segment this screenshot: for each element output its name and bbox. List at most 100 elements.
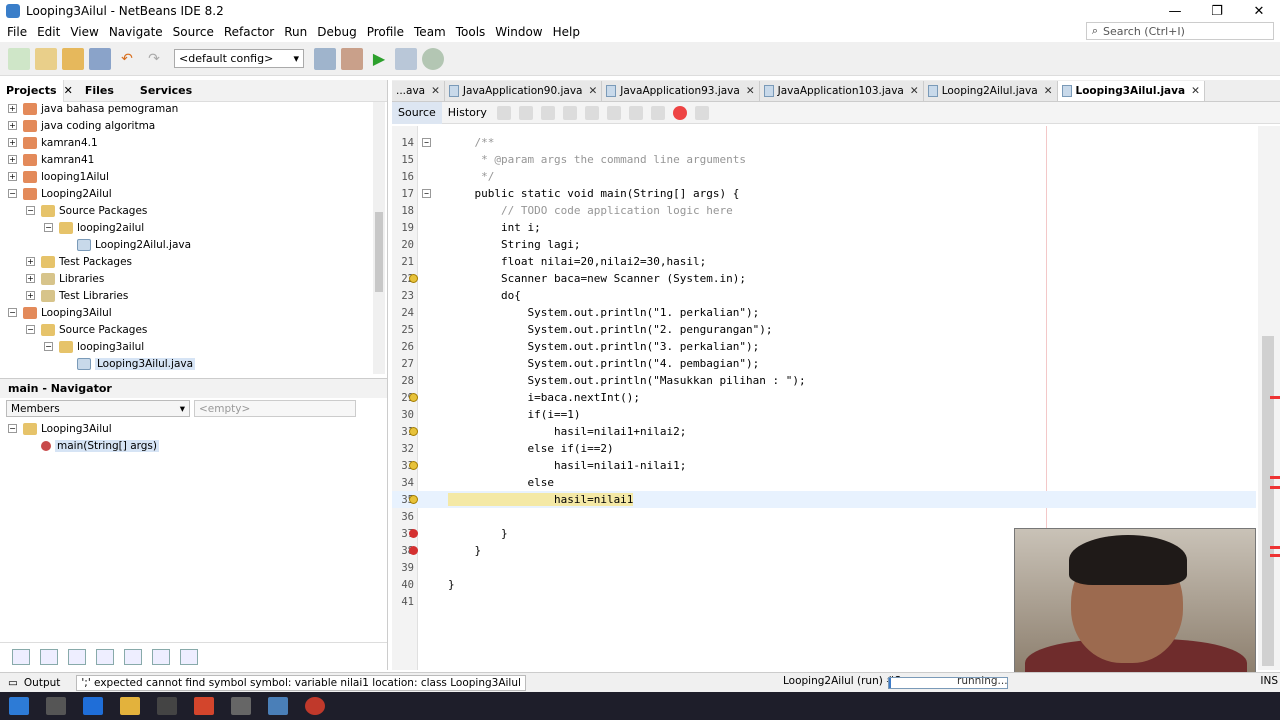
filter-inherited-icon[interactable] xyxy=(96,648,114,665)
editor-tab[interactable]: JavaApplication103.java ✕ xyxy=(759,81,924,101)
code-line[interactable]: 17 public static void main(String[] args… xyxy=(392,185,1256,202)
tree-item[interactable]: + kamran4.1 xyxy=(8,134,98,151)
editor-tab[interactable]: Looping2Ailul.java ✕ xyxy=(923,81,1058,101)
expander-icon[interactable]: + xyxy=(26,274,35,283)
run-icon[interactable]: ▶ xyxy=(368,48,390,70)
back-icon[interactable] xyxy=(496,105,511,120)
tab-files[interactable]: Files xyxy=(79,80,120,102)
menu-tools[interactable]: Tools xyxy=(451,25,491,39)
code-line[interactable]: 34 else xyxy=(392,474,1256,491)
maximize-button[interactable]: ❐ xyxy=(1196,0,1238,22)
expander-icon[interactable]: + xyxy=(26,257,35,266)
close-tab-icon[interactable]: ✕ xyxy=(910,85,919,97)
expander-icon[interactable]: + xyxy=(26,291,35,300)
search-input[interactable]: Search (Ctrl+I) xyxy=(1103,25,1185,38)
close-projects-icon[interactable]: ✕ xyxy=(64,80,79,102)
code-line[interactable]: 15 * @param args the command line argume… xyxy=(392,151,1256,168)
editor-tab[interactable]: JavaApplication93.java ✕ xyxy=(602,81,760,101)
code-line[interactable]: 19 int i; xyxy=(392,219,1256,236)
expander-icon[interactable]: − xyxy=(8,308,17,317)
editor-tab[interactable]: Looping3Ailul.java ✕ xyxy=(1057,81,1205,101)
tree-item[interactable]: Looping2Ailul.java xyxy=(62,236,191,253)
menu-profile[interactable]: Profile xyxy=(362,25,409,39)
clean-build-icon[interactable] xyxy=(341,47,363,70)
tree-scrollbar[interactable] xyxy=(373,102,385,374)
menu-navigate[interactable]: Navigate xyxy=(104,25,168,39)
tab-services[interactable]: Services xyxy=(134,80,198,102)
expander-icon[interactable]: + xyxy=(8,172,17,181)
code-line[interactable]: 29 i=baca.nextInt(); xyxy=(392,389,1256,406)
menu-window[interactable]: Window xyxy=(490,25,547,39)
code-line[interactable]: 31 hasil=nilai1+nilai2; xyxy=(392,423,1256,440)
tab-projects[interactable]: Projects xyxy=(0,79,64,102)
code-line[interactable]: 20 String lagi; xyxy=(392,236,1256,253)
stop-macro-icon[interactable] xyxy=(694,105,709,120)
find-icon[interactable] xyxy=(540,105,555,120)
filter-fields-icon[interactable] xyxy=(12,648,30,665)
navigator-item[interactable]: − Looping3Ailul xyxy=(8,420,112,437)
tree-item[interactable]: − looping3ailul xyxy=(44,338,144,355)
tree-item[interactable]: − Looping3Ailul xyxy=(8,304,112,321)
code-line[interactable]: 18 // TODO code application logic here xyxy=(392,202,1256,219)
expander-icon[interactable]: − xyxy=(44,223,53,232)
close-tab-icon[interactable]: ✕ xyxy=(431,85,440,97)
menu-source[interactable]: Source xyxy=(168,25,219,39)
edge-icon[interactable] xyxy=(83,697,103,715)
error-icon[interactable] xyxy=(409,529,418,538)
tree-item[interactable]: − Looping2Ailul xyxy=(8,185,112,202)
tree-item[interactable]: − looping2ailul xyxy=(44,219,144,236)
menu-view[interactable]: View xyxy=(65,25,103,39)
tree-item[interactable]: + Test Packages xyxy=(26,253,132,270)
minimize-button[interactable]: — xyxy=(1154,0,1196,22)
close-tab-icon[interactable]: ✕ xyxy=(588,85,597,97)
menu-help[interactable]: Help xyxy=(548,25,585,39)
expander-icon[interactable]: + xyxy=(8,121,17,130)
netbeans-taskbar-icon[interactable] xyxy=(268,697,288,715)
expander-icon[interactable]: − xyxy=(44,342,53,351)
sort-source-icon[interactable] xyxy=(180,648,198,665)
tree-item[interactable]: − Source Packages xyxy=(26,202,147,219)
fold-icon[interactable]: − xyxy=(422,189,431,198)
redo-icon[interactable]: ↷ xyxy=(143,48,165,70)
code-line[interactable]: 14 /** xyxy=(392,134,1256,151)
code-line[interactable]: 22 Scanner baca=new Scanner (System.in); xyxy=(392,270,1256,287)
expander-icon[interactable]: − xyxy=(8,189,17,198)
menu-debug[interactable]: Debug xyxy=(312,25,361,39)
menu-edit[interactable]: Edit xyxy=(32,25,65,39)
close-tab-icon[interactable]: ✕ xyxy=(1191,85,1200,97)
build-icon[interactable] xyxy=(314,47,336,70)
tree-item[interactable]: + java coding algoritma xyxy=(8,117,155,134)
expander-icon[interactable]: − xyxy=(26,206,35,215)
config-select[interactable]: <default config> ▾ xyxy=(174,49,304,68)
open-project-icon[interactable] xyxy=(62,47,84,70)
office-icon[interactable] xyxy=(194,697,214,715)
code-line[interactable]: 32 else if(i==2) xyxy=(392,440,1256,457)
members-select[interactable]: Members ▾ xyxy=(6,400,190,417)
expander-icon[interactable]: − xyxy=(8,424,17,433)
output-tab[interactable]: ▭ Output xyxy=(0,677,68,689)
recorder-icon[interactable] xyxy=(305,697,325,715)
tree-item[interactable]: + looping1Ailul xyxy=(8,168,109,185)
find-prev-icon[interactable] xyxy=(562,105,577,120)
code-line[interactable]: 24 System.out.println("1. perkalian"); xyxy=(392,304,1256,321)
expander-icon[interactable]: + xyxy=(8,104,17,113)
code-line[interactable]: 33 hasil=nilai1-nilai1; xyxy=(392,457,1256,474)
editor-tab[interactable]: JavaApplication90.java ✕ xyxy=(444,81,603,101)
tree-item[interactable]: − Source Packages xyxy=(26,321,147,338)
code-line[interactable]: 27 System.out.println("4. pembagian"); xyxy=(392,355,1256,372)
tree-item[interactable]: + Libraries xyxy=(26,270,104,287)
hint-bulb-icon[interactable] xyxy=(409,495,418,504)
close-tab-icon[interactable]: ✕ xyxy=(746,85,755,97)
search-box[interactable]: ⌕ Search (Ctrl+I) xyxy=(1086,22,1274,40)
close-tab-icon[interactable]: ✕ xyxy=(1044,85,1053,97)
code-line[interactable]: 16 */ xyxy=(392,168,1256,185)
tab-source[interactable]: Source xyxy=(392,101,442,124)
code-line[interactable]: 26 System.out.println("3. perkalian"); xyxy=(392,338,1256,355)
filter-fqn-icon[interactable] xyxy=(124,648,142,665)
tree-item[interactable]: + Test Libraries xyxy=(26,287,128,304)
error-icon[interactable] xyxy=(409,546,418,555)
profile-icon[interactable] xyxy=(422,47,444,70)
code-line[interactable]: 21 float nilai=20,nilai2=30,hasil; xyxy=(392,253,1256,270)
close-button[interactable]: ✕ xyxy=(1238,0,1280,22)
sort-name-icon[interactable] xyxy=(152,648,170,665)
